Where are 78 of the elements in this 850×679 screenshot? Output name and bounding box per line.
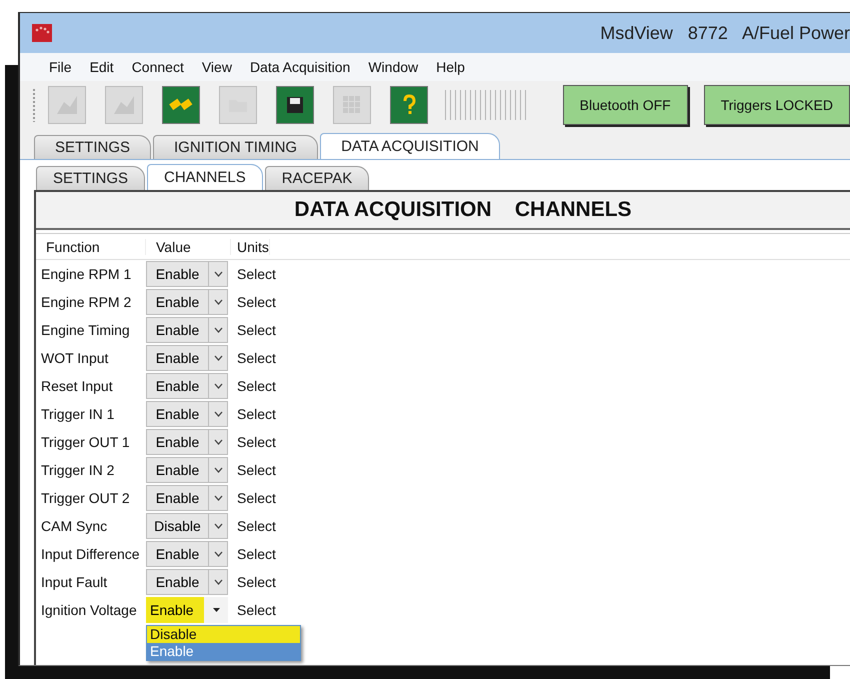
dropdown[interactable]: Enable (146, 345, 228, 371)
table-cell[interactable]: Select (231, 518, 276, 534)
window-title: MsdView 8772 A/Fuel Power (600, 22, 850, 44)
dropdown[interactable]: Enable (146, 569, 228, 595)
help-icon[interactable] (390, 86, 428, 124)
chevron-down-icon (214, 411, 222, 417)
menu-item[interactable]: View (192, 57, 241, 77)
table-cell-text: Reset Input (40, 378, 114, 394)
dropdown[interactable]: Disable (146, 513, 228, 539)
table-cell[interactable]: Select (231, 602, 276, 618)
table-cell-text: Ignition Voltage (40, 602, 138, 618)
table-cell-text: Engine Timing (40, 322, 131, 338)
dropdown[interactable]: Enable (146, 597, 228, 623)
dropdown[interactable]: Enable (146, 401, 228, 427)
table-cell-text: Engine RPM 2 (40, 294, 132, 310)
menu-item[interactable]: Data Acquisition (240, 57, 360, 77)
chevron-down-icon (214, 467, 222, 473)
toolbar-grip[interactable] (32, 88, 36, 122)
tab[interactable]: RACEPAK (264, 166, 370, 190)
table-cell-text: Input Difference (40, 546, 141, 562)
link-icon[interactable] (162, 86, 200, 124)
dropdown[interactable]: Enable (146, 317, 228, 343)
chevron-down-icon (214, 579, 222, 585)
table-cell[interactable]: Select (231, 546, 276, 562)
menu-item[interactable]: Edit (80, 57, 123, 77)
dropdown[interactable]: Enable (146, 457, 228, 483)
table-cell-text: Input Fault (40, 574, 108, 590)
status-button[interactable]: Triggers LOCKED (704, 85, 850, 125)
chevron-down-icon (214, 299, 222, 305)
chevron-down-icon (214, 495, 222, 501)
dropdown[interactable]: Enable (146, 373, 228, 399)
table-cell[interactable]: Select (231, 574, 276, 590)
table-cell-text: Trigger OUT 2 (40, 490, 131, 506)
dropdown[interactable]: Enable (146, 261, 228, 287)
table-cell-text: Trigger IN 2 (40, 462, 116, 478)
chevron-down-icon (214, 271, 222, 277)
table-cell-text: CAM Sync (40, 518, 108, 534)
tab[interactable]: DATA ACQUISITION (320, 133, 500, 159)
menu-item[interactable]: File (40, 57, 81, 77)
tab[interactable]: IGNITION TIMING (153, 135, 318, 159)
table-cell-text: Trigger OUT 1 (40, 434, 131, 450)
table-cell[interactable]: Select (231, 350, 276, 366)
menu-item[interactable]: Window (359, 57, 428, 77)
dropdown[interactable]: Enable (146, 485, 228, 511)
tab[interactable]: SETTINGS (36, 166, 146, 190)
menu-item[interactable]: Connect (122, 57, 193, 77)
table-cell[interactable]: Select (231, 294, 276, 310)
table-cell[interactable]: Select (231, 490, 276, 506)
chevron-down-icon (214, 327, 222, 333)
chevron-down-icon (214, 523, 222, 529)
tab[interactable]: SETTINGS (34, 135, 152, 159)
table-cell-text: WOT Input (40, 350, 110, 366)
panel-title: DATA ACQUISITION CHANNELS (294, 198, 632, 222)
table-cell[interactable]: Select (231, 406, 276, 422)
dropdown[interactable]: Enable (146, 541, 228, 567)
dropdown[interactable]: Enable (146, 429, 228, 455)
table-cell[interactable]: Select (231, 322, 276, 338)
column-header[interactable]: Units (231, 238, 270, 254)
status-button[interactable]: Bluetooth OFF (562, 85, 688, 125)
table-cell[interactable]: Select (231, 266, 276, 282)
table-cell-text: Trigger IN 1 (40, 406, 116, 422)
save-icon[interactable] (276, 86, 314, 124)
chevron-down-icon (214, 551, 222, 557)
menu-item[interactable]: Help (427, 57, 474, 77)
dropdown-option[interactable]: Disable (147, 626, 300, 643)
column-header[interactable]: Value (146, 238, 231, 254)
table-cell[interactable]: Select (231, 462, 276, 478)
chevron-down-icon (214, 383, 222, 389)
dropdown[interactable]: Enable (146, 289, 228, 315)
chevron-down-icon (214, 439, 222, 445)
caret-icon (212, 608, 220, 612)
table-cell-text: Engine RPM 1 (40, 266, 132, 282)
table-cell[interactable]: Select (231, 378, 276, 394)
chevron-down-icon (214, 355, 222, 361)
app-icon (32, 24, 52, 42)
table-cell[interactable]: Select (231, 434, 276, 450)
tab[interactable]: CHANNELS (147, 164, 263, 190)
column-header[interactable]: Function (36, 238, 146, 254)
